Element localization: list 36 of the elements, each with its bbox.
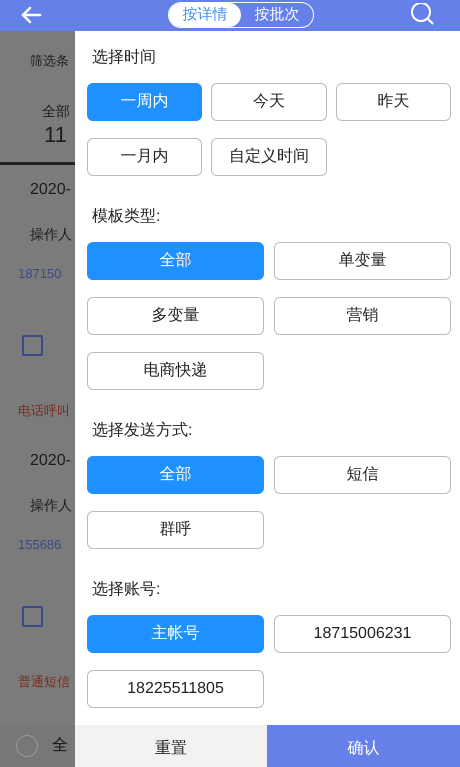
- option-button[interactable]: 多变量: [87, 297, 264, 335]
- section-title: 选择账号:: [91, 580, 162, 600]
- phone-number: 187150: [18, 265, 62, 284]
- tab[interactable]: 按批次: [241, 3, 313, 27]
- operator-label: 操作人: [30, 225, 72, 244]
- search-icon[interactable]: [410, 3, 436, 27]
- confirm-button[interactable]: 确认: [267, 725, 460, 767]
- option-button[interactable]: 电商快递: [87, 352, 264, 390]
- filter-label: 筛选条: [30, 52, 69, 70]
- option-button[interactable]: 单变量: [274, 242, 451, 280]
- option-button[interactable]: 昨天: [336, 83, 451, 121]
- checkbox[interactable]: [22, 334, 43, 356]
- option-button[interactable]: 一月内: [87, 138, 202, 176]
- select-all-label: 全: [52, 736, 68, 756]
- operator-label: 操作人: [30, 496, 72, 515]
- option-button[interactable]: 自定义时间: [211, 138, 327, 176]
- option-button[interactable]: 18225511805: [87, 670, 264, 708]
- record-date: 2020-: [30, 180, 71, 200]
- tab-label[interactable]: 全部: [42, 101, 70, 121]
- record-date: 2020-: [30, 451, 71, 471]
- option-button[interactable]: 营销: [274, 297, 451, 335]
- back-arrow-icon[interactable]: [20, 6, 42, 24]
- option-button[interactable]: 群呼: [87, 511, 264, 549]
- section-title: 选择发送方式:: [91, 420, 194, 441]
- phone-number: 155686: [18, 536, 62, 554]
- reset-button[interactable]: 重置: [75, 725, 267, 767]
- section-title: 模板类型:: [91, 206, 162, 227]
- message-type: 电话呼叫: [18, 402, 70, 420]
- option-button[interactable]: 18715006231: [274, 615, 451, 653]
- tab-count: 11: [43, 121, 67, 149]
- option-button[interactable]: 今天: [211, 83, 327, 121]
- checkbox[interactable]: [22, 606, 43, 626]
- message-type: 普通短信: [18, 673, 70, 692]
- radio-button[interactable]: [16, 735, 38, 757]
- option-button[interactable]: 短信: [274, 456, 451, 494]
- section-title: 选择时间: [91, 48, 157, 68]
